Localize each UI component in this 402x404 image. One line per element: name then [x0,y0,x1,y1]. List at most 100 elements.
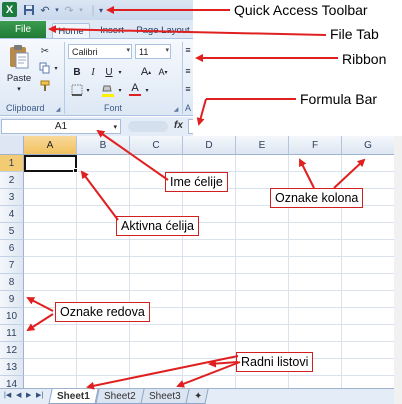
align-left-icon[interactable]: ≡ [183,65,193,77]
font-name-select[interactable]: Calibri ▾ [68,44,132,59]
alignment-group-label: A [185,103,192,113]
gridline-row [24,375,394,376]
sheet-tab-label: Sheet2 [104,390,136,402]
shrink-font-button[interactable]: A ▾ [156,65,170,79]
excel-logo-icon: X [2,2,17,17]
vertical-scrollbar[interactable] [394,136,402,404]
font-name-value: Calibri [72,46,98,57]
paste-button[interactable]: Paste [4,72,34,84]
gridline-row [24,222,394,223]
prev-sheet-icon[interactable]: ◀ [16,391,21,399]
fill-handle[interactable] [73,168,78,173]
next-sheet-icon[interactable]: ▶ [26,391,31,399]
indent-icon[interactable]: ≡ [183,83,193,95]
row-header-6[interactable]: 6 [0,240,24,257]
customize-toolbar-icon[interactable]: ▾ [94,3,108,17]
paste-icon[interactable] [6,43,32,71]
row-header-14[interactable]: 14 [0,376,24,388]
gridline-row [24,273,394,274]
copy-dropdown-icon[interactable]: ▾ [52,63,60,73]
formula-bar: A1 ▾ fx [0,117,193,136]
sheet-tab-sheet2[interactable]: Sheet2 [95,389,145,404]
callout-quick-access-toolbar: Quick Access Toolbar [234,2,368,18]
paste-dropdown-icon[interactable]: ▾ [14,85,24,93]
name-box[interactable]: A1 ▾ [1,119,121,134]
insert-sheet-tab[interactable]: ✦ [185,389,209,404]
row-header-10[interactable]: 10 [0,308,24,325]
last-sheet-icon[interactable]: ▶| [36,391,43,399]
align-top-icon[interactable]: ≡ [183,44,193,56]
font-size-select[interactable]: 11 ▾ [135,44,171,59]
gridline-row [24,341,394,342]
first-sheet-icon[interactable]: |◀ [4,391,11,399]
row-header-3[interactable]: 3 [0,189,24,206]
callout-radni-listovi: Radni listovi [236,352,314,372]
formula-bar-splitter[interactable] [128,121,168,132]
row-header-8[interactable]: 8 [0,274,24,291]
italic-button[interactable]: I [86,65,100,79]
grow-font-button[interactable]: A ▴ [139,65,153,79]
column-header-c[interactable]: C [130,136,183,155]
cut-icon[interactable]: ✂ [38,44,52,58]
ribbon: Paste ▾ ✂ ▾ Clipboard ◢ Calibri ▾ 11 ▾ B I… [0,38,193,116]
quick-access-toolbar: X ↶ ▾ ↷ ▾ | ▾ [0,0,193,20]
borders-icon[interactable] [70,83,84,97]
row-header-13[interactable]: 13 [0,359,24,376]
insert-function-icon[interactable]: fx [174,120,183,131]
row-header-4[interactable]: 4 [0,206,24,223]
tab-insert[interactable]: Insert [92,23,132,38]
fill-color-icon[interactable] [100,83,116,97]
bold-button[interactable]: B [70,65,84,79]
row-header-12[interactable]: 12 [0,342,24,359]
gridline-row [24,290,394,291]
font-color-dropdown-icon[interactable]: ▾ [143,85,151,95]
arrow-formula-bar [196,98,207,126]
font-launcher-icon[interactable]: ◢ [172,105,180,113]
active-cell[interactable] [24,155,77,172]
clipboard-group-label: Clipboard [6,103,45,113]
gridline-column [129,155,130,388]
format-painter-icon[interactable] [38,79,52,93]
column-header-g[interactable]: G [342,136,394,155]
name-box-dropdown-icon[interactable]: ▾ [113,123,117,131]
sheet-tab-label: Sheet1 [57,390,90,402]
column-header-d[interactable]: D [183,136,236,155]
row-header-11[interactable]: 11 [0,325,24,342]
underline-dropdown-icon[interactable]: ▾ [116,67,124,77]
select-all-corner[interactable] [0,136,24,155]
column-header-f[interactable]: F [289,136,342,155]
callout-formula-bar: Formula Bar [300,91,378,107]
chevron-down-icon: ▾ [126,47,130,54]
sheet-tab-label: Sheet3 [149,390,181,402]
tab-home[interactable]: Home [52,23,90,38]
row-header-2[interactable]: 2 [0,172,24,189]
gridline-row [24,324,394,325]
file-tab[interactable]: File [0,21,46,38]
font-size-value: 11 [139,46,149,57]
gridline-column [76,155,77,388]
clipboard-launcher-icon[interactable]: ◢ [54,105,62,113]
row-header-5[interactable]: 5 [0,223,24,240]
save-icon[interactable] [22,3,36,17]
sheet-tab-sheet3[interactable]: Sheet3 [140,389,190,404]
font-color-button[interactable]: A [128,82,142,96]
font-color-swatch [129,94,141,96]
copy-icon[interactable] [38,61,52,75]
callout-ime-celije: Ime ćelije [165,172,228,192]
formula-input[interactable] [188,119,193,134]
column-header-e[interactable]: E [236,136,289,155]
borders-dropdown-icon[interactable]: ▾ [84,85,92,95]
fill-color-dropdown-icon[interactable]: ▾ [116,85,124,95]
row-header-9[interactable]: 9 [0,291,24,308]
column-header-b[interactable]: B [77,136,130,155]
gridline-row [24,239,394,240]
font-group-label: Font [104,103,123,113]
tab-page-layout[interactable]: Page Layout [134,23,192,38]
font-color-letter: A [131,82,139,94]
row-header-7[interactable]: 7 [0,257,24,274]
sheet-tab-sheet1[interactable]: Sheet1 [48,389,99,404]
grow-font-letter: A [140,66,149,78]
row-header-1[interactable]: 1 [0,155,24,172]
underline-button[interactable]: U [102,65,116,79]
column-header-a[interactable]: A [24,136,77,155]
